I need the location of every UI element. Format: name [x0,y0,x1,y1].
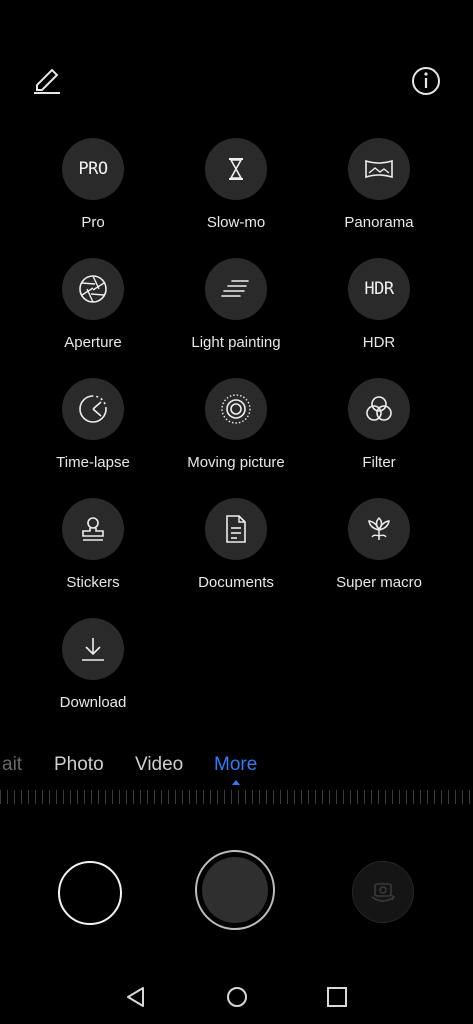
mode-label: Panorama [344,214,414,231]
mode-hdr[interactable]: HDR HDR [309,258,449,351]
system-nav-bar [0,970,473,1024]
edit-button[interactable] [30,64,64,98]
mode-label: Super macro [336,574,422,591]
download-icon [82,638,104,661]
mode-documents[interactable]: Documents [166,498,306,591]
mode-scroll-ruler[interactable] [0,790,473,804]
camera-mode-tabs: ait Photo Video More [0,750,473,786]
mode-label: Documents [198,574,274,591]
mode-slow-mo-circle[interactable] [205,138,267,200]
timelapse-icon [79,395,107,423]
mode-stickers[interactable]: Stickers [23,498,163,591]
mode-stickers-circle[interactable] [62,498,124,560]
mode-download-circle[interactable] [62,618,124,680]
tab-portrait[interactable]: ait [2,754,22,776]
mode-light-painting-circle[interactable] [205,258,267,320]
mode-label: Download [59,694,127,711]
mode-panorama-circle[interactable] [348,138,410,200]
tab-video[interactable]: Video [135,754,183,776]
info-button[interactable] [409,64,443,98]
panorama-icon [365,159,393,179]
mode-aperture-circle[interactable] [62,258,124,320]
shutter-button[interactable] [195,850,275,930]
shutter-inner [202,857,268,923]
nav-back-button[interactable] [123,984,149,1010]
moving-picture-icon [221,394,251,424]
mode-label: Aperture [64,334,122,351]
mode-moving-picture[interactable]: Moving picture [166,378,306,471]
document-icon [226,515,246,543]
mode-pro[interactable]: PRO Pro [23,138,163,231]
mode-time-lapse-circle[interactable] [62,378,124,440]
hourglass-icon [229,158,243,180]
mode-label: Slow-mo [206,214,266,231]
mode-light-painting[interactable]: Light painting [166,258,306,351]
light-painting-icon [221,280,249,297]
mode-pro-circle[interactable]: PRO [62,138,124,200]
tab-photo[interactable]: Photo [54,754,104,776]
mode-slow-mo[interactable]: Slow-mo [166,138,306,231]
mode-hdr-circle[interactable]: HDR [348,258,410,320]
mode-filter[interactable]: Filter [309,378,449,471]
hdr-icon: HDR [364,279,394,299]
mode-time-lapse[interactable]: Time-lapse [23,378,163,471]
mode-label: HDR [362,334,396,351]
mode-download[interactable]: Download [23,618,163,711]
gallery-thumbnail-button[interactable] [58,861,122,925]
switch-camera-icon [371,883,395,902]
stamp-icon [82,517,104,541]
back-triangle-icon [127,987,144,1007]
mode-documents-circle[interactable] [205,498,267,560]
home-circle-icon [227,987,247,1007]
mode-super-macro-circle[interactable] [348,498,410,560]
filter-icon [366,396,392,421]
mode-label: Stickers [66,574,120,591]
tab-more[interactable]: More [214,754,257,776]
mode-moving-picture-circle[interactable] [205,378,267,440]
mode-filter-circle[interactable] [348,378,410,440]
mode-label: Light painting [191,334,281,351]
recents-square-icon [327,987,347,1007]
pencil-icon [34,68,60,94]
aperture-icon [79,275,107,303]
mode-label: Pro [81,214,105,231]
mode-super-macro[interactable]: Super macro [309,498,449,591]
tab-indicator [232,780,240,785]
mode-aperture[interactable]: Aperture [23,258,163,351]
mode-panorama[interactable]: Panorama [309,138,449,231]
nav-home-button[interactable] [224,984,250,1010]
mode-label: Moving picture [187,454,285,471]
switch-camera-button[interactable] [352,861,414,923]
info-icon [412,67,440,95]
flower-icon [368,516,390,540]
top-bar [0,0,473,120]
mode-label: Time-lapse [56,454,130,471]
pro-icon: PRO [78,159,108,179]
nav-recents-button[interactable] [324,984,350,1010]
mode-label: Filter [362,454,396,471]
